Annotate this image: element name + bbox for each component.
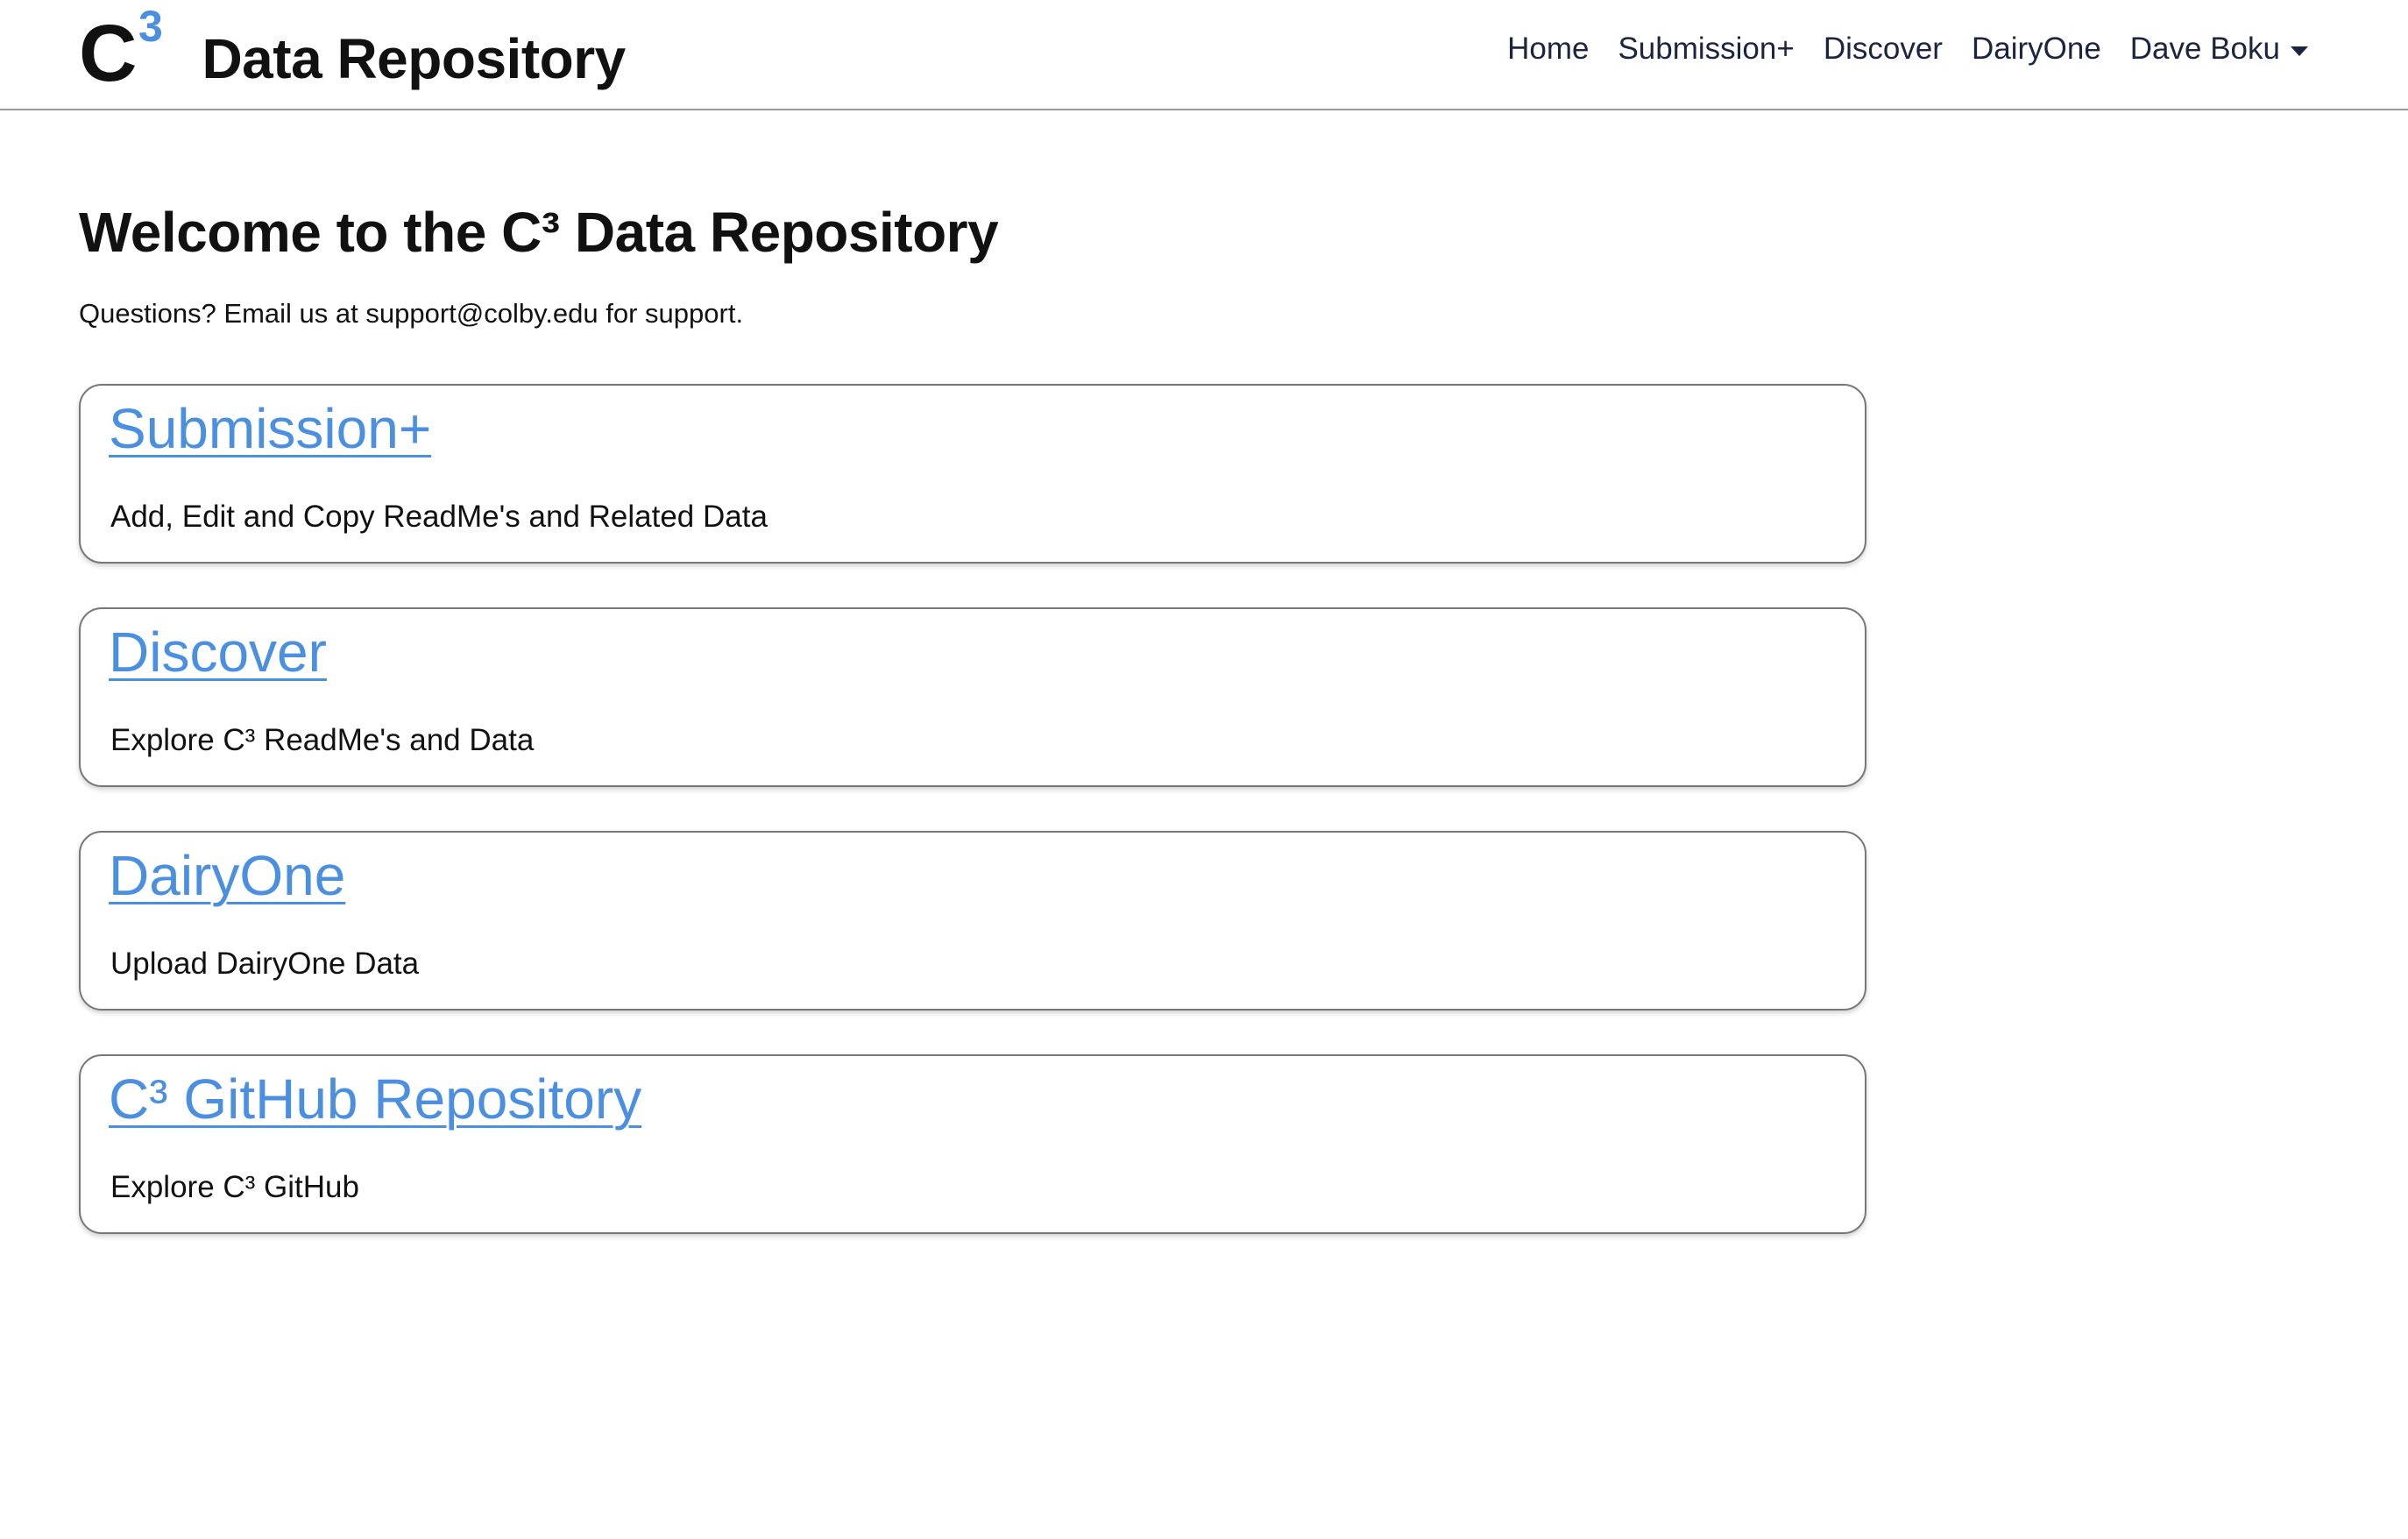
card-submission: Submission+ Add, Edit and Copy ReadMe's … xyxy=(79,384,1866,564)
brand-logo-link[interactable]: C 3 Data Repository xyxy=(79,4,626,102)
card-link-github[interactable]: C³ GitHub Repository xyxy=(109,1068,641,1131)
user-menu-label: Dave Boku xyxy=(2129,32,2280,66)
card-link-discover[interactable]: Discover xyxy=(109,621,327,684)
card-dairyone: DairyOne Upload DairyOne Data xyxy=(79,831,1866,1011)
support-message: Questions? Email us at support@colby.edu… xyxy=(79,298,744,330)
nav-link-home[interactable]: Home xyxy=(1507,32,1589,67)
brand-logo-mark: C 3 xyxy=(79,4,163,94)
card-description: Explore C³ ReadMe's and Data xyxy=(110,723,535,758)
card-list: Submission+ Add, Edit and Copy ReadMe's … xyxy=(79,384,1866,1235)
card-description: Explore C³ GitHub xyxy=(110,1170,359,1205)
nav-menu: Home Submission+ Discover DairyOne Dave … xyxy=(1507,32,2308,67)
card-discover: Discover Explore C³ ReadMe's and Data xyxy=(79,607,1866,788)
page-title: Welcome to the C³ Data Repository xyxy=(79,201,999,264)
brand-title: Data Repository xyxy=(202,27,626,90)
brand-logo-superscript: 3 xyxy=(138,2,163,51)
card-description: Upload DairyOne Data xyxy=(110,947,420,982)
caret-down-icon xyxy=(2291,46,2308,56)
brand-logo-letter: C xyxy=(79,9,137,98)
card-description: Add, Edit and Copy ReadMe's and Related … xyxy=(110,500,768,535)
top-navbar: C 3 Data Repository Home Submission+ Dis… xyxy=(0,0,2408,110)
card-link-submission[interactable]: Submission+ xyxy=(109,398,431,460)
nav-link-dairyone[interactable]: DairyOne xyxy=(1972,32,2101,67)
user-menu-dropdown[interactable]: Dave Boku xyxy=(2130,32,2308,67)
nav-link-discover[interactable]: Discover xyxy=(1824,32,1943,67)
card-link-dairyone[interactable]: DairyOne xyxy=(109,845,345,907)
card-github: C³ GitHub Repository Explore C³ GitHub xyxy=(79,1054,1866,1235)
nav-link-submission[interactable]: Submission+ xyxy=(1618,32,1794,67)
main-content: Welcome to the C³ Data Repository Questi… xyxy=(79,202,1866,1278)
